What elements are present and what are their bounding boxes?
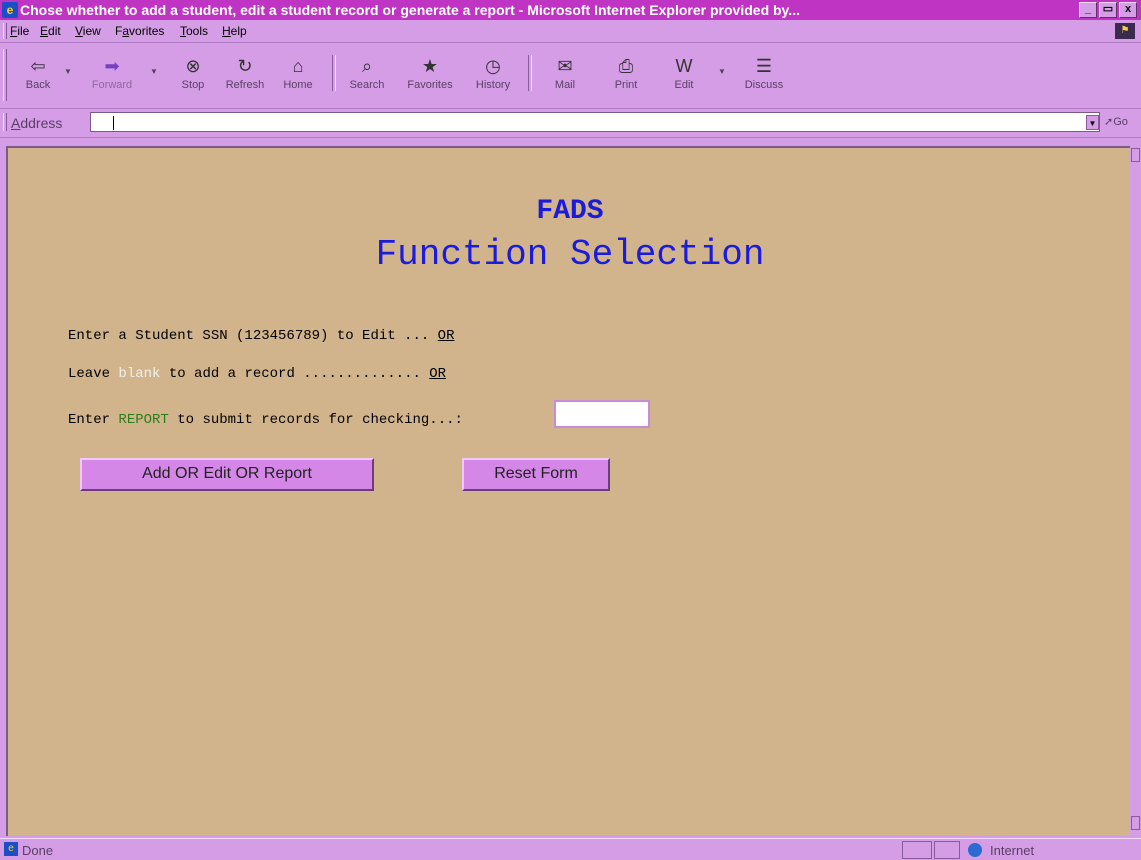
status-text: Done <box>22 843 54 858</box>
address-input[interactable] <box>90 112 1100 132</box>
forward-button[interactable]: ➡ Forward <box>80 53 144 105</box>
menu-grip[interactable] <box>3 23 7 39</box>
toolbar-separator <box>332 55 336 91</box>
text-caret <box>113 116 114 130</box>
refresh-icon: ↻ <box>237 56 253 76</box>
address-grip[interactable] <box>3 113 7 131</box>
menu-tools[interactable]: Tools <box>180 24 208 38</box>
discuss-icon: ☰ <box>755 56 773 76</box>
instruction-edit: Enter a Student SSN (123456789) to Edit … <box>68 328 455 344</box>
page-subtitle: Function Selection <box>375 234 765 275</box>
ie-icon: e <box>2 2 18 18</box>
forward-dropdown-icon[interactable]: ▼ <box>150 67 158 76</box>
back-arrow-icon: ⇦ <box>30 56 46 76</box>
edit-button[interactable]: W Edit <box>660 53 708 105</box>
scroll-up-arrow-icon[interactable] <box>1131 148 1140 162</box>
home-button[interactable]: ⌂ Home <box>274 53 322 105</box>
back-dropdown-icon[interactable]: ▼ <box>64 67 72 76</box>
mail-icon: ✉ <box>557 56 573 76</box>
menu-help[interactable]: Help <box>222 24 247 38</box>
ssn-report-input[interactable] <box>554 400 650 428</box>
home-icon: ⌂ <box>292 56 304 76</box>
scroll-down-arrow-icon[interactable] <box>1131 816 1140 830</box>
forward-arrow-icon: ➡ <box>104 56 120 76</box>
back-button[interactable]: ⇦ Back <box>14 53 62 105</box>
title-bar: e Chose whether to add a student, edit a… <box>0 0 1141 20</box>
browser-window: e Chose whether to add a student, edit a… <box>0 0 1141 860</box>
status-panel <box>902 841 932 859</box>
maximize-button[interactable]: ▭ <box>1099 2 1117 18</box>
word-edit-icon: W <box>675 56 693 76</box>
go-arrow-icon: ➚ <box>1104 116 1114 128</box>
window-controls: _ ▭ x <box>1079 2 1141 18</box>
close-button[interactable]: x <box>1119 2 1137 18</box>
windows-logo-icon: ⚑ <box>1115 23 1135 39</box>
submit-button[interactable]: Add OR Edit OR Report <box>80 458 374 491</box>
reset-button[interactable]: Reset Form <box>462 458 610 491</box>
standard-toolbar: ⇦ Back ▼ ➡ Forward ▼ ⊗ Stop ↻ Refresh ⌂ … <box>0 43 1141 109</box>
favorites-icon: ★ <box>421 56 439 76</box>
address-bar: Address ▼ ➚Go <box>0 109 1141 138</box>
search-button[interactable]: ⌕ Search <box>340 53 394 105</box>
minimize-button[interactable]: _ <box>1079 2 1097 18</box>
history-button[interactable]: ◷ History <box>466 53 520 105</box>
stop-icon: ⊗ <box>185 56 201 76</box>
page-title: FADS <box>536 196 604 227</box>
toolbar-separator <box>528 55 532 91</box>
menu-bar: File Edit View Favorites Tools Help ⚑ <box>0 20 1141 43</box>
menu-file[interactable]: File <box>10 24 29 38</box>
address-label: Address <box>11 115 63 131</box>
stop-button[interactable]: ⊗ Stop <box>168 53 218 105</box>
window-title: Chose whether to add a student, edit a s… <box>20 2 800 18</box>
instruction-add: Leave blank to add a record ............… <box>68 366 447 382</box>
vertical-scrollbar[interactable] <box>1130 146 1141 836</box>
internet-zone-icon <box>968 843 982 857</box>
menu-favorites[interactable]: Favorites <box>115 24 164 38</box>
mail-button[interactable]: ✉ Mail <box>538 53 592 105</box>
status-panel <box>934 841 960 859</box>
history-icon: ◷ <box>485 56 501 76</box>
discuss-button[interactable]: ☰ Discuss <box>736 53 792 105</box>
search-icon: ⌕ <box>361 56 373 76</box>
menu-edit[interactable]: Edit <box>40 24 61 38</box>
print-button[interactable]: ⎙ Print <box>600 53 652 105</box>
print-icon: ⎙ <box>618 56 634 76</box>
page-viewport: FADS Function Selection Enter a Student … <box>6 146 1130 836</box>
menu-view[interactable]: View <box>75 24 101 38</box>
toolbar-grip[interactable] <box>3 49 7 101</box>
status-bar: e Done Internet <box>0 838 1141 860</box>
security-zone-label: Internet <box>990 843 1035 858</box>
edit-dropdown-icon[interactable]: ▼ <box>718 67 726 76</box>
refresh-button[interactable]: ↻ Refresh <box>220 53 270 105</box>
go-button[interactable]: ➚Go <box>1104 115 1128 128</box>
favorites-button[interactable]: ★ Favorites <box>398 53 462 105</box>
instruction-report: Enter REPORT to submit records for check… <box>68 412 472 428</box>
address-dropdown-icon[interactable]: ▼ <box>1086 115 1099 130</box>
page-done-icon: e <box>4 842 18 856</box>
